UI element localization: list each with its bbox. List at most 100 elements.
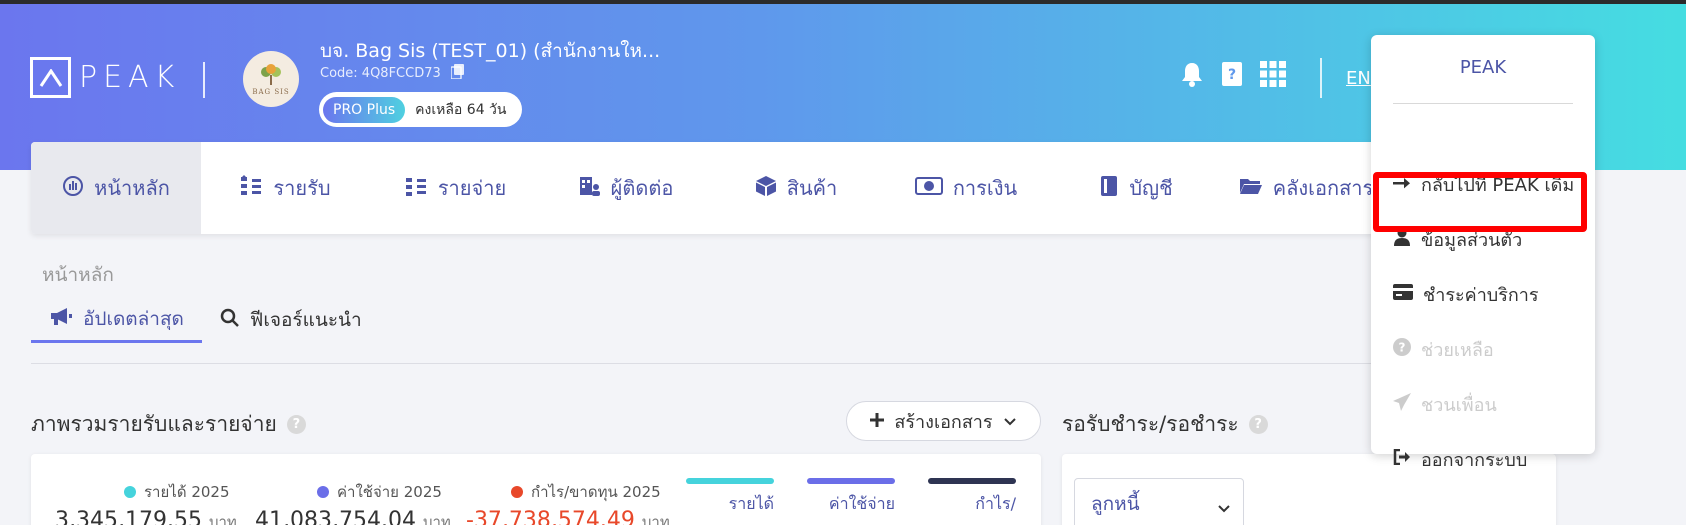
tab-label: อัปเดตล่าสุด <box>83 307 184 330</box>
language-switch[interactable]: EN <box>1346 68 1371 89</box>
paper-plane-icon <box>1393 392 1411 416</box>
nav-label: รายรับ <box>273 176 331 200</box>
apps-grid-icon[interactable] <box>1260 61 1286 91</box>
stat-income-label: รายได้ 2025 <box>144 483 230 501</box>
contacts-icon <box>579 175 601 202</box>
user-dropdown-menu: PEAK กลับไปที่ PEAK เดิม ข้อมูลส่วนตัว ช… <box>1371 35 1595 471</box>
receivables-title-row: รอรับชำระ/รอชำระ ? <box>1062 408 1268 441</box>
overview-title: ภาพรวมรายรับและรายจ่าย <box>31 412 277 436</box>
help-icon[interactable]: ? <box>1248 415 1268 434</box>
header-icons-divider <box>1320 58 1322 98</box>
logo-mark <box>30 57 71 98</box>
menu-item-billing[interactable]: ชำระค่าบริการ <box>1393 276 1539 312</box>
stat-income-label-row: รายได้ 2025 <box>124 480 230 504</box>
nav-item-income[interactable]: รายรับ <box>201 142 371 234</box>
stat-profit-amount: -37,738,574.49 <box>466 508 635 525</box>
expense-icon <box>405 175 428 202</box>
receivables-title: รอรับชำระ/รอชำระ <box>1062 412 1239 436</box>
stat-profit-label: กำไร/ขาดทุน 2025 <box>531 483 661 501</box>
debtor-select[interactable]: ลูกหนี้ <box>1074 478 1244 525</box>
stat-income-value: 3,345,179.55 บาท <box>55 508 237 525</box>
create-document-button[interactable]: สร้างเอกสาร <box>846 401 1041 441</box>
svg-text:?: ? <box>1399 340 1406 354</box>
legend-expense-label: ค่าใช้จ่าย <box>828 494 895 513</box>
credit-card-icon <box>1393 283 1413 305</box>
tab-latest-updates[interactable]: อัปเดตล่าสุด <box>31 305 202 343</box>
overview-title-row: ภาพรวมรายรับและรายจ่าย ? <box>31 408 306 441</box>
menu-divider <box>1393 103 1573 104</box>
megaphone-icon <box>49 306 73 331</box>
income-icon <box>241 174 263 202</box>
accounting-book-icon <box>1099 175 1119 202</box>
nav-item-accounting[interactable]: บัญชี <box>1051 142 1221 234</box>
expense-dot <box>317 486 329 498</box>
nav-item-expense[interactable]: รายจ่าย <box>371 142 541 234</box>
peak-logo[interactable]: PEAK <box>30 57 180 98</box>
nav-item-documents[interactable]: คลังเอกสาร <box>1221 142 1391 234</box>
nav-label: รายจ่าย <box>437 176 507 200</box>
header-divider <box>203 62 205 98</box>
company-code: Code: 4Q8FCCD73 <box>320 66 441 81</box>
menu-item-help[interactable]: ? ช่วยเหลือ <box>1393 331 1494 367</box>
bell-icon[interactable] <box>1180 61 1204 91</box>
company-name[interactable]: บจ. Bag Sis (TEST_01) (สำนักงานให... <box>320 36 660 66</box>
annotation-highlight-box <box>1373 172 1587 232</box>
plan-pill[interactable]: PRO Plus คงเหลือ 64 วัน <box>319 92 522 127</box>
menu-title: PEAK <box>1459 57 1507 78</box>
legend-profit-bar <box>928 478 1016 484</box>
menu-item-label: ออกจากระบบ <box>1421 449 1528 471</box>
search-icon <box>220 308 240 333</box>
company-code-row: Code: 4Q8FCCD73 <box>320 64 464 83</box>
stat-income-amount: 3,345,179.55 <box>55 508 202 525</box>
company-avatar[interactable]: BAG SIS <box>243 51 299 107</box>
stat-profit-unit: บาท <box>641 513 670 525</box>
nav-item-products[interactable]: สินค้า <box>711 142 881 234</box>
nav-label: หน้าหลัก <box>94 176 170 200</box>
nav-item-contacts[interactable]: ผู้ติดต่อ <box>541 142 711 234</box>
stat-expense-unit: บาท <box>422 513 451 525</box>
legend-income-bar <box>686 478 774 484</box>
logout-icon <box>1393 448 1411 470</box>
book-icon[interactable]: ? <box>1220 61 1244 91</box>
help-icon[interactable]: ? <box>286 415 306 434</box>
tab-label: ฟีเจอร์แนะนำ <box>249 309 362 331</box>
stat-income-unit: บาท <box>208 513 237 525</box>
stat-profit-label-row: กำไร/ขาดทุน 2025 <box>511 480 661 504</box>
help-circle-icon: ? <box>1393 337 1411 361</box>
nav-label: การเงิน <box>952 176 1018 200</box>
menu-item-logout[interactable]: ออกจากระบบ <box>1393 441 1527 477</box>
nav-label: คลังเอกสาร <box>1272 176 1374 200</box>
avatar-text: BAG SIS <box>252 87 290 96</box>
header-icons: ? <box>1180 61 1286 91</box>
chevron-down-icon <box>1217 497 1231 519</box>
product-box-icon <box>755 175 777 202</box>
legend-income: รายได้ <box>686 478 774 517</box>
legend-income-label: รายได้ <box>728 494 774 513</box>
nav-item-finance[interactable]: การเงิน <box>881 142 1051 234</box>
nav-label: ผู้ติดต่อ <box>610 176 674 200</box>
stat-expense-label: ค่าใช้จ่าย 2025 <box>337 483 442 501</box>
stat-expense-amount: 41,083,754.04 <box>255 508 416 525</box>
menu-item-invite-friends[interactable]: ชวนเพื่อน <box>1393 386 1497 422</box>
copy-icon[interactable] <box>450 64 464 83</box>
dashboard-icon <box>62 175 84 202</box>
legend-profit-label: กำไร/ขาดทุน <box>964 494 1016 525</box>
logo-text: PEAK <box>79 60 181 95</box>
profit-dot <box>511 486 523 498</box>
menu-item-label: ชวนเพื่อน <box>1421 394 1497 416</box>
income-dot <box>124 486 136 498</box>
dashboard-tabs: อัปเดตล่าสุด ฟีเจอร์แนะนำ <box>31 305 380 343</box>
money-icon <box>914 176 943 201</box>
menu-item-label: ช่วยเหลือ <box>1421 339 1494 361</box>
menu-item-label: ชำระค่าบริการ <box>1423 284 1539 306</box>
plan-badge: PRO Plus <box>323 96 406 123</box>
stat-expense-value: 41,083,754.04 บาท <box>255 508 451 525</box>
nav-label: สินค้า <box>786 176 838 200</box>
folder-icon <box>1239 176 1263 201</box>
legend-expense: ค่าใช้จ่าย <box>807 478 895 517</box>
overview-card: รายได้ 2025 3,345,179.55 บาท ค่าใช้จ่าย … <box>31 454 1041 525</box>
tab-recommended-features[interactable]: ฟีเจอร์แนะนำ <box>202 305 380 343</box>
stat-profit-value: -37,738,574.49 บาท <box>466 508 670 525</box>
nav-item-home[interactable]: หน้าหลัก <box>31 142 201 234</box>
create-document-label: สร้างเอกสาร <box>894 411 993 433</box>
